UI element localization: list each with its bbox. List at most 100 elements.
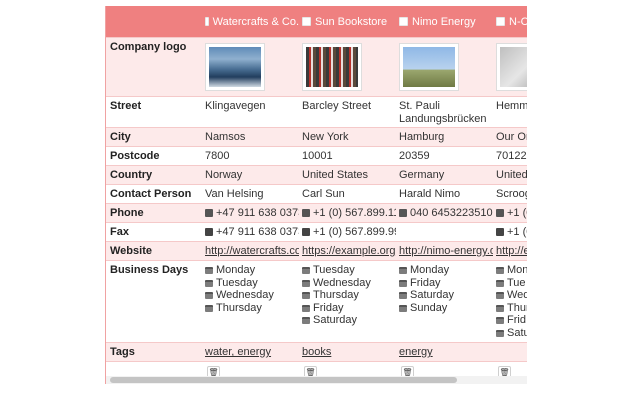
cell-value: 70122 — [493, 146, 527, 166]
horizontal-scrollbar[interactable] — [106, 376, 527, 384]
row-label: Street — [106, 96, 202, 128]
street-line: St. Pauli — [399, 100, 440, 112]
business-day: Tuesday — [302, 264, 396, 277]
calendar-icon — [205, 279, 213, 287]
fax-number: +47 911 638 03732 — [216, 226, 299, 238]
phone-number: 040 64532235100 — [410, 207, 493, 219]
business-day: Monday — [399, 264, 493, 277]
comparison-panel: Watercrafts & Co. Sun Bookstore Nimo Ene… — [105, 6, 527, 384]
row-website: Website http://watercrafts.com/ https://… — [106, 241, 527, 261]
phone-number: +1 (0 — [507, 207, 527, 219]
calendar-icon — [302, 317, 310, 324]
row-label: Phone — [106, 203, 202, 223]
business-day: Thursday — [205, 302, 299, 315]
phone-icon — [399, 209, 407, 217]
calendar-icon — [302, 267, 310, 274]
company-select-nimo-energy[interactable]: Nimo Energy — [399, 16, 493, 28]
calendar-icon — [302, 304, 310, 312]
cell-value: New York — [299, 127, 396, 147]
business-day: Tue — [496, 277, 527, 290]
calendar-icon — [399, 304, 407, 312]
row-logo: Company logo — [106, 37, 527, 97]
row-label: Tags — [106, 342, 202, 362]
business-day: Mon — [496, 264, 527, 277]
checkbox[interactable] — [399, 17, 408, 26]
business-day: Monday — [205, 264, 299, 277]
row-business-days: Business Days Monday Tuesday Wednesday T… — [106, 260, 527, 343]
scrollbar-thumb[interactable] — [110, 377, 457, 383]
cell-value: Harald Nimo — [396, 184, 493, 204]
business-day: Wednesday — [302, 277, 396, 290]
row-label: Postcode — [106, 146, 202, 166]
business-day: Tuesday — [205, 277, 299, 290]
cell-value: 20359 — [396, 146, 493, 166]
row-label: Fax — [106, 222, 202, 242]
row-label: Country — [106, 165, 202, 185]
company-logo — [496, 43, 527, 91]
cell-value: Hamburg — [396, 127, 493, 147]
street-line: Landungsbrücken — [399, 112, 487, 125]
fax-icon — [302, 228, 310, 236]
row-label: City — [106, 127, 202, 147]
cell-value: Carl Sun — [299, 184, 396, 204]
phone-icon — [205, 209, 213, 217]
website-link[interactable]: http://watercrafts.com/ — [205, 245, 299, 257]
fax-icon — [205, 228, 213, 236]
calendar-icon — [399, 279, 407, 287]
comparison-table: Watercrafts & Co. Sun Bookstore Nimo Ene… — [106, 6, 527, 384]
calendar-icon — [399, 292, 407, 299]
business-day: Satu — [496, 327, 527, 340]
tag-list[interactable]: books — [302, 346, 331, 358]
phone-number: +1 (0) 567.899.11 — [313, 207, 396, 219]
tag-list[interactable]: energy — [399, 346, 433, 358]
business-day: Wednesday — [205, 289, 299, 302]
row-contact: Contact Person Van Helsing Carl Sun Hara… — [106, 184, 527, 204]
business-day: Wed — [496, 289, 527, 302]
company-select-watercrafts[interactable]: Watercrafts & Co. — [205, 16, 299, 28]
calendar-icon — [496, 292, 504, 299]
fax-number: +1 (0 — [507, 226, 527, 238]
row-fax: Fax +47 911 638 03732 +1 (0) 567.899.99 … — [106, 222, 527, 242]
row-phone: Phone +47 911 638 03731 +1 (0) 567.899.1… — [106, 203, 527, 223]
cell-value: Our Orle — [493, 127, 527, 147]
row-label: Website — [106, 241, 202, 261]
business-day: Thursday — [302, 289, 396, 302]
cell-value: 7800 — [202, 146, 299, 166]
checkbox[interactable] — [205, 17, 209, 26]
header-row: Watercrafts & Co. Sun Bookstore Nimo Ene… — [106, 6, 527, 38]
cell-value: United States — [299, 165, 396, 185]
tag-list[interactable]: water, energy — [205, 346, 271, 358]
checkbox[interactable] — [302, 17, 311, 26]
cell-value: Scrooge — [493, 184, 527, 204]
cell-value: United S — [493, 165, 527, 185]
street-line: Barcley Street — [302, 100, 372, 112]
website-link[interactable]: https://example.org — [302, 245, 396, 257]
row-postcode: Postcode 7800 10001 20359 70122 — [106, 146, 527, 166]
website-link[interactable]: http://e — [496, 245, 527, 257]
business-day: Thur — [496, 302, 527, 315]
website-link[interactable]: http://nimo-energy.de/ — [399, 245, 493, 257]
calendar-icon — [302, 279, 310, 287]
calendar-icon — [496, 279, 504, 287]
cell-value: Norway — [202, 165, 299, 185]
calendar-icon — [496, 317, 504, 324]
checkbox[interactable] — [496, 17, 505, 26]
calendar-icon — [496, 267, 504, 274]
business-day: Friday — [302, 302, 396, 315]
row-label: Contact Person — [106, 184, 202, 204]
business-day: Frid — [496, 314, 527, 327]
company-select-sun-bookstore[interactable]: Sun Bookstore — [302, 16, 396, 28]
row-country: Country Norway United States Germany Uni… — [106, 165, 527, 185]
company-select-n-c[interactable]: N-C — [496, 16, 527, 28]
calendar-icon — [496, 304, 504, 312]
fax-icon — [496, 228, 504, 236]
fax-number: +1 (0) 567.899.99 — [313, 226, 396, 238]
phone-icon — [496, 209, 504, 217]
row-label: Business Days — [106, 260, 202, 343]
calendar-icon — [205, 304, 213, 312]
calendar-icon — [496, 329, 504, 337]
business-day: Friday — [399, 277, 493, 290]
company-logo — [399, 43, 459, 91]
row-street: Street Klingavegen Barcley Street St. Pa… — [106, 96, 527, 128]
street-line: Hemmin — [496, 100, 527, 112]
